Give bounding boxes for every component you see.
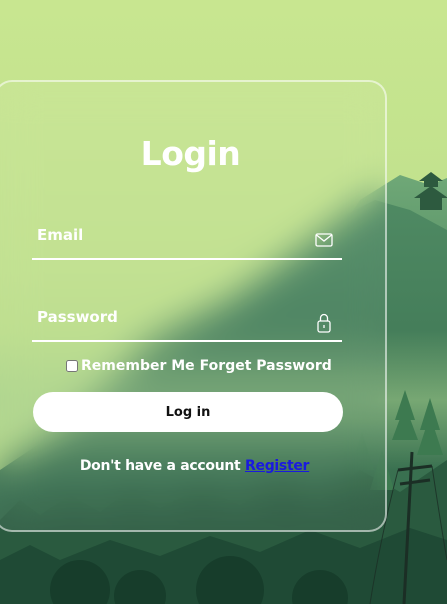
register-row: Don't have a account Register [0, 458, 385, 474]
login-button[interactable]: Log in [33, 392, 343, 432]
forgot-password-link[interactable]: Forget Password [200, 358, 332, 374]
remember-forgot-row: Remember Me Forget Password [66, 358, 332, 374]
mail-icon [314, 230, 334, 250]
email-field-wrapper [32, 218, 342, 260]
email-input[interactable] [32, 218, 307, 252]
lock-icon [314, 312, 334, 333]
password-field-wrapper [32, 300, 342, 342]
remember-me-checkbox[interactable] [66, 360, 78, 372]
register-prompt: Don't have a account [79, 458, 246, 474]
remember-me-label[interactable]: Remember Me [81, 358, 195, 374]
password-input[interactable] [32, 300, 307, 334]
register-link[interactable]: Register [245, 458, 309, 474]
login-card: Login Remember Me Forget Password Log in… [0, 80, 387, 532]
login-title: Login [140, 134, 241, 173]
